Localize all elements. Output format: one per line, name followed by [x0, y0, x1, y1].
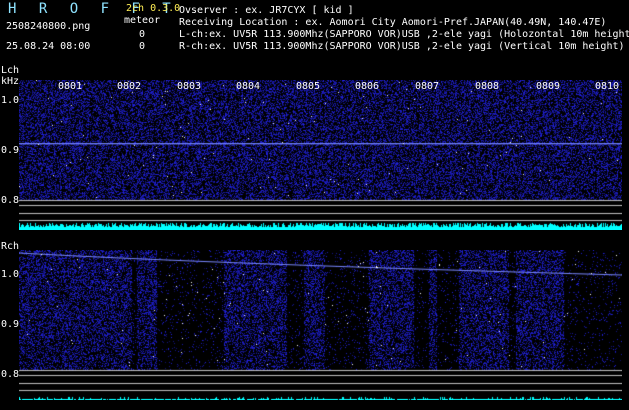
lch-spectrogram-canvas [19, 80, 622, 230]
rch-receiver-line: R-ch:ex. UV5R 113.900Mhz(SAPPORO VOR)USB… [179, 41, 625, 52]
observation-datetime: 25.08.24 08:00 [6, 41, 91, 52]
lch-tick-0-8: 0.8 [1, 195, 20, 206]
time-label-0809: 0809 [536, 81, 561, 92]
file-name: 2508240800.png [6, 21, 91, 32]
rch-tick-0-8: 0.8 [1, 369, 20, 380]
lch-receiver-line: L-ch:ex. UV5R 113.900Mhz(SAPPORO VOR)USB… [179, 29, 629, 40]
observer-line: Ovserver : ex. JR7CYX [ kid ] [179, 5, 354, 16]
meteor-count-lch: 0 [139, 29, 146, 40]
rch-tick-0-9: 0.9 [1, 319, 20, 330]
rch-tick-1-0: 1.0 [1, 269, 20, 280]
location-line: Receiving Location : ex. Aomori City Aom… [179, 17, 607, 28]
meteor-count-rch: 0 [139, 41, 146, 52]
lch-tick-0-9: 0.9 [1, 145, 20, 156]
rch-spectrogram [19, 250, 622, 400]
rch-spectrogram-canvas [19, 250, 622, 400]
lch-tick-1-0: 1.0 [1, 95, 20, 106]
lch-label: Lch [1, 65, 20, 76]
time-label-0805: 0805 [296, 81, 321, 92]
rch-label: Rch [1, 241, 20, 252]
time-label-0810: 0810 [595, 81, 620, 92]
time-label-0807: 0807 [415, 81, 440, 92]
time-label-0808: 0808 [475, 81, 500, 92]
time-label-0803: 0803 [177, 81, 202, 92]
lch-spectrogram [19, 80, 622, 230]
lch-unit-label: kHz [1, 76, 20, 87]
time-label-0804: 0804 [236, 81, 261, 92]
meteor-count-label: meteor [124, 15, 161, 26]
time-label-0806: 0806 [355, 81, 380, 92]
time-label-0801: 0801 [58, 81, 83, 92]
time-label-0802: 0802 [117, 81, 142, 92]
mode-label: 2ch 0.3.0 [126, 3, 181, 14]
